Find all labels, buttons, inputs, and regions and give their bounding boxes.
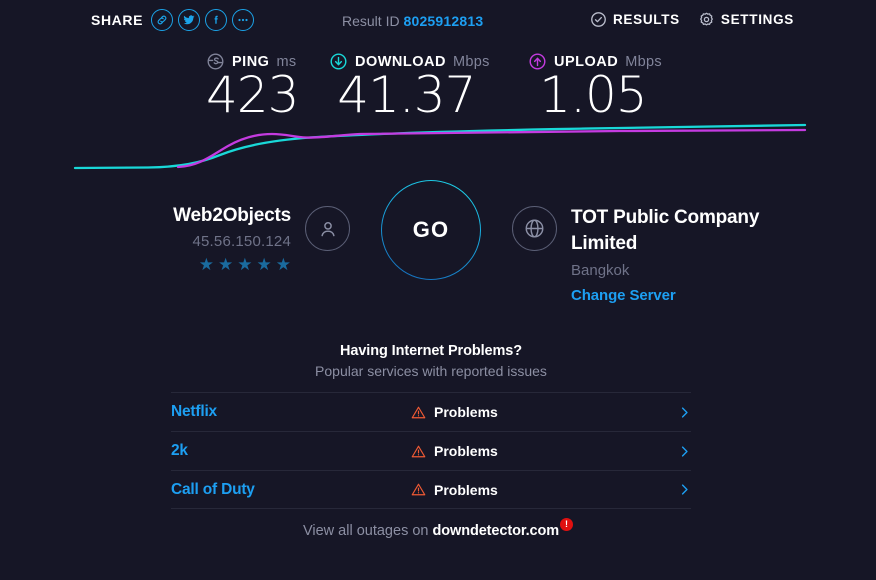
download-value: 41.37 [337,66,476,124]
go-button-label: GO [412,217,450,242]
go-button-wrap: GO [381,180,481,280]
warning-icon [411,445,426,457]
metrics-row: PING ms 423 DOWNLOAD Mbps 41.37 UPLOAD M [0,52,876,130]
problem-service-link[interactable]: Netflix [171,403,411,421]
star-icon: ★ [218,255,234,274]
warning-icon [411,406,426,418]
go-button[interactable]: GO [381,180,481,280]
ping-value: 423 [206,66,299,124]
problems-title: Having Internet Problems? [339,343,522,359]
chevron-right-icon[interactable] [669,445,691,458]
connection-info-row: Web2Objects 45.56.150.124 ★ ★ ★ ★ ★ GO T… [0,180,876,313]
star-icon: ★ [256,255,272,274]
more-icon[interactable] [232,9,255,31]
server-info: TOT Public Company Limited Bangkok Chang… [512,183,876,304]
share-icon-list [151,9,255,31]
server-name: TOT Public Company Limited [571,207,760,254]
problem-service-link[interactable]: Call of Duty [171,481,411,499]
problem-status: Problems [411,482,669,498]
star-icon: ★ [198,255,214,274]
result-id-value[interactable]: 8025912813 [403,13,483,29]
check-circle-icon [591,12,606,27]
problem-row[interactable]: Call of Duty Problems [171,470,691,509]
footer-prefix: View all outages on [302,522,433,539]
client-ip: 45.56.150.124 [192,233,291,250]
result-id-label: Result ID [342,13,400,29]
metric-download: DOWNLOAD Mbps 41.37 [329,52,490,121]
top-right-nav: RESULTS SETTINGS [590,11,794,28]
settings-button[interactable]: SETTINGS [698,11,794,28]
metric-upload: UPLOAD Mbps 1.05 [528,52,662,121]
metric-ping: PING ms 423 [206,52,302,121]
client-name: Web2Objects [173,205,291,226]
internet-problems-section: Having Internet Problems? Popular servic… [171,343,691,509]
warning-icon [411,483,426,496]
client-info: Web2Objects 45.56.150.124 ★ ★ ★ ★ ★ [0,183,350,273]
facebook-icon[interactable] [205,9,228,31]
settings-label: SETTINGS [720,12,794,27]
problem-row[interactable]: Netflix Problems [171,392,691,431]
results-button[interactable]: RESULTS [590,11,680,28]
client-rating[interactable]: ★ ★ ★ ★ ★ [173,256,291,273]
problem-status: Problems [411,443,669,459]
downdetector-link[interactable]: downdetector.com [433,523,560,539]
star-icon: ★ [275,255,291,274]
problem-status: Problems [411,404,669,420]
server-city: Bangkok [571,261,630,279]
speed-graph [60,122,820,174]
share-label: SHARE [91,12,144,28]
problem-row[interactable]: 2k Problems [171,431,691,470]
problems-subtitle: Popular services with reported issues [315,363,547,379]
alert-badge-icon: ! [560,518,574,531]
problem-status-label: Problems [434,443,498,459]
result-id: Result ID 8025912813 [342,13,483,29]
results-label: RESULTS [612,12,680,27]
speedtest-result-page: SHARE Result ID 8025912813 RESULTS SETTI… [0,0,876,580]
change-server-link[interactable]: Change Server [571,287,781,304]
upload-value: 1.05 [539,66,647,124]
chevron-right-icon[interactable] [669,483,691,496]
upload-curve [176,128,807,169]
gear-icon [699,12,713,26]
footer: View all outages on downdetector.com! [0,518,876,539]
twitter-icon[interactable] [178,9,201,31]
person-icon [305,206,350,251]
share-group: SHARE [91,9,255,31]
link-icon[interactable] [151,9,174,31]
top-bar: SHARE Result ID 8025912813 RESULTS SETTI… [0,0,876,42]
star-icon: ★ [237,255,253,274]
problem-service-link[interactable]: 2k [171,442,411,460]
problem-status-label: Problems [434,481,498,498]
chevron-right-icon[interactable] [669,406,691,419]
globe-icon [512,206,557,251]
problem-status-label: Problems [434,404,498,420]
problems-list: Netflix Problems 2k Problems Call of Duty Pro… [171,392,691,509]
